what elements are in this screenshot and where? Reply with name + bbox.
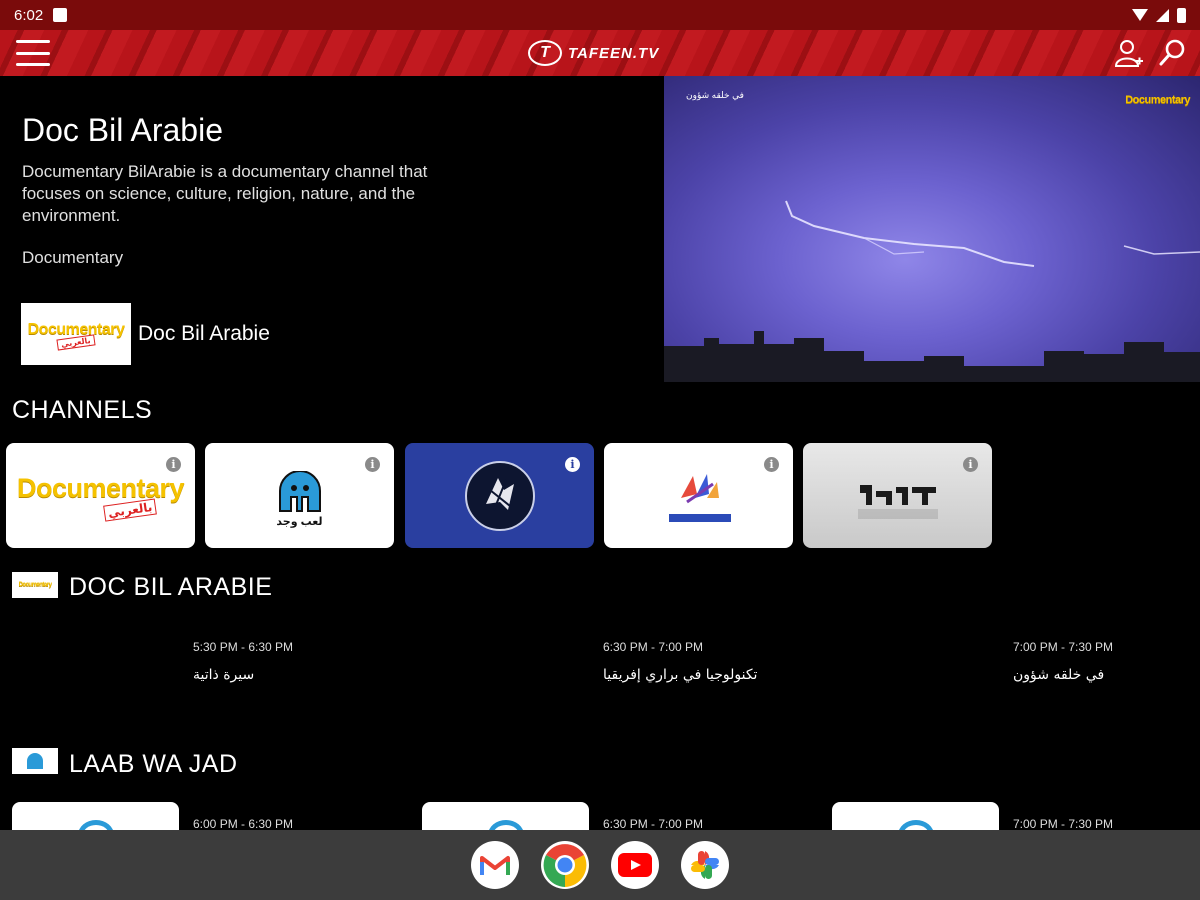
program-title[interactable]: سيرة ذاتية — [193, 667, 254, 683]
laab-wa-jad-logo — [278, 471, 321, 512]
hamburger-line — [16, 40, 50, 43]
app-dock — [0, 830, 1200, 900]
channel-card-4[interactable]: i — [604, 443, 793, 548]
info-icon[interactable]: i — [565, 457, 580, 472]
channel-card-laab-wa-jad[interactable]: لعب وجد i — [205, 443, 394, 548]
channel-5-logo — [857, 484, 938, 519]
notification-icon — [53, 8, 68, 22]
account-icon[interactable] — [1114, 36, 1144, 70]
channel-card-name: لعب وجد — [276, 516, 323, 528]
program-title[interactable]: في خلقه شؤون — [1013, 667, 1104, 683]
laab-wa-jad-mini-icon — [27, 753, 43, 769]
hamburger-line — [16, 63, 50, 66]
youtube-icon[interactable] — [611, 841, 659, 889]
channel-card-5[interactable]: i — [803, 443, 992, 548]
video-player[interactable]: في خلقه شؤون Documentary — [664, 76, 1200, 382]
row-logo-word: Documentary — [18, 582, 52, 588]
channel-card-3[interactable]: i — [405, 443, 594, 548]
program-time: 7:00 PM - 7:30 PM — [1013, 817, 1114, 831]
channel-3-logo — [464, 460, 535, 531]
wifi-icon — [1132, 9, 1148, 21]
info-icon[interactable]: i — [963, 457, 978, 472]
channel-logo-label: Doc Bil Arabie — [138, 322, 270, 345]
status-bar: 6:02 — [0, 0, 1200, 30]
program-title[interactable]: تكنولوجيا في براري إفريقيا — [603, 667, 757, 683]
photos-icon[interactable] — [681, 841, 729, 889]
video-caption: في خلقه شؤون — [686, 90, 744, 100]
program-time: 6:30 PM - 7:00 PM — [603, 640, 704, 654]
row-channel-logo: Documentary — [12, 572, 58, 598]
channels-heading: CHANNELS — [12, 396, 153, 424]
video-channel-badge: Documentary — [1125, 94, 1190, 106]
lightning-scene — [664, 200, 1200, 382]
channel-genre: Documentary — [22, 248, 124, 267]
status-time: 6:02 — [14, 6, 44, 24]
logo-mark-icon: T — [528, 40, 562, 66]
channel-card-name: Documentary — [16, 473, 185, 503]
hamburger-line — [16, 51, 50, 55]
logo-text: TAFEEN.TV — [568, 44, 660, 62]
chrome-icon[interactable] — [541, 841, 589, 889]
battery-icon — [1177, 7, 1186, 23]
info-icon[interactable]: i — [166, 457, 181, 472]
channel-card-doc-bil-arabie[interactable]: Documentary بالعربي i — [6, 443, 195, 548]
row-heading: DOC BIL ARABIE — [69, 573, 273, 601]
info-icon[interactable]: i — [764, 457, 779, 472]
program-time: 5:30 PM - 6:30 PM — [193, 640, 294, 654]
video-badge-word: Documentary — [1125, 94, 1190, 106]
channel-description: Documentary BilArabie is a documentary c… — [22, 162, 428, 225]
row-heading: LAAB WA JAD — [69, 750, 238, 778]
app-bar: T TAFEEN.TV — [0, 30, 1200, 76]
app-logo: T TAFEEN.TV — [528, 35, 659, 71]
menu-button[interactable] — [16, 40, 50, 66]
program-time: 7:00 PM - 7:30 PM — [1013, 640, 1114, 654]
program-time: 6:30 PM - 7:00 PM — [603, 817, 704, 831]
channel-4-logo — [668, 473, 731, 522]
gmail-icon[interactable] — [471, 841, 519, 889]
channel-logo: Documentary بالعربي — [21, 303, 131, 365]
row-channel-logo — [12, 748, 58, 774]
info-icon[interactable]: i — [365, 457, 380, 472]
page-title: Doc Bil Arabie — [22, 112, 223, 148]
program-time: 6:00 PM - 6:30 PM — [193, 817, 294, 831]
signal-icon — [1156, 8, 1169, 22]
search-icon[interactable] — [1158, 36, 1188, 70]
